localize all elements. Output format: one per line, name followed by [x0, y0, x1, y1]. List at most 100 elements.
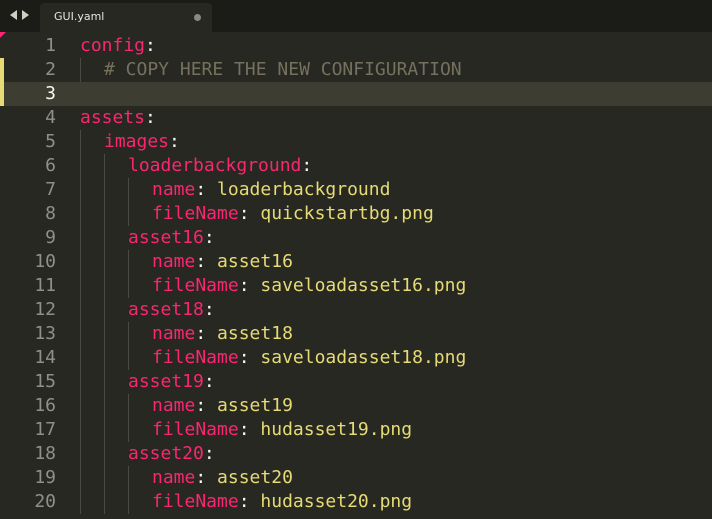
indent-guide [104, 298, 105, 322]
indent-guide [128, 202, 129, 226]
code-text: asset16: [128, 226, 215, 250]
yaml-key: assets [80, 107, 146, 128]
yaml-separator: : [238, 491, 261, 512]
yaml-separator: : [169, 131, 180, 152]
line-number: 15 [34, 371, 56, 392]
code-line[interactable]: 6 loaderbackground: [0, 154, 712, 178]
yaml-key: asset19 [128, 371, 204, 392]
line-number: 18 [34, 443, 56, 464]
indent-guide [80, 298, 81, 322]
code-line[interactable]: 15 asset19: [0, 370, 712, 394]
yaml-separator: : [301, 155, 313, 176]
code-text: asset18: [128, 298, 215, 322]
yaml-key: loaderbackground [128, 155, 302, 176]
yaml-separator: : [195, 251, 218, 272]
yaml-key: fileName [152, 275, 239, 296]
unsaved-dot-icon[interactable] [194, 14, 201, 21]
yaml-value: saveloadasset16.png [260, 275, 467, 296]
line-number: 2 [45, 59, 56, 80]
yaml-key: fileName [152, 491, 239, 512]
code-line[interactable]: 7 name: loaderbackground [0, 178, 712, 202]
yaml-key: fileName [152, 419, 239, 440]
indent-guide [80, 442, 81, 466]
code-line[interactable]: 11 fileName: saveloadasset16.png [0, 274, 712, 298]
comment-text: # COPY HERE THE NEW CONFIGURATION [104, 59, 462, 80]
yaml-separator: : [145, 107, 156, 128]
code-line[interactable]: 2 # COPY HERE THE NEW CONFIGURATION [0, 58, 712, 82]
yaml-value: hudasset19.png [260, 419, 413, 440]
code-line[interactable]: 9 asset16: [0, 226, 712, 250]
yaml-key: asset18 [128, 299, 204, 320]
indent-guide [104, 418, 105, 442]
line-number: 6 [45, 155, 56, 176]
yaml-key: name [152, 323, 196, 344]
yaml-value: quickstartbg.png [260, 203, 434, 224]
line-number: 7 [45, 179, 56, 200]
yaml-key: asset20 [128, 443, 204, 464]
indent-guide [104, 346, 105, 370]
code-line[interactable]: 16 name: asset19 [0, 394, 712, 418]
code-line[interactable]: 20 fileName: hudasset20.png [0, 490, 712, 514]
indent-guide [104, 442, 105, 466]
indent-guide [80, 490, 81, 514]
yaml-key: name [152, 395, 196, 416]
yaml-separator: : [238, 203, 261, 224]
code-line[interactable]: 19 name: asset20 [0, 466, 712, 490]
code-line[interactable]: 5 images: [0, 130, 712, 154]
indent-guide [128, 322, 129, 346]
code-line[interactable]: 4 assets: [0, 106, 712, 130]
indent-guide [80, 130, 81, 154]
indent-guide [80, 466, 81, 490]
tab-nav-right-icon[interactable] [22, 10, 29, 20]
indent-guide [128, 394, 129, 418]
tab-bar: GUI.yaml [0, 0, 712, 32]
line-number: 8 [45, 203, 56, 224]
indent-guide [80, 418, 81, 442]
yaml-key: config [80, 35, 146, 56]
yaml-separator: : [195, 395, 218, 416]
code-line[interactable]: 3 [0, 82, 712, 106]
yaml-separator: : [238, 419, 261, 440]
code-line[interactable]: 8 fileName: quickstartbg.png [0, 202, 712, 226]
code-text: images: [104, 130, 180, 154]
code-line[interactable]: 10 name: asset16 [0, 250, 712, 274]
code-line[interactable]: 14 fileName: saveloadasset18.png [0, 346, 712, 370]
yaml-separator: : [238, 347, 261, 368]
code-line[interactable]: 13 name: asset18 [0, 322, 712, 346]
code-line[interactable]: 18 asset20: [0, 442, 712, 466]
line-number: 3 [45, 83, 56, 104]
yaml-key: name [152, 467, 196, 488]
code-line[interactable]: 17 fileName: hudasset19.png [0, 418, 712, 442]
code-text: name: asset16 [152, 250, 293, 274]
tab-gui-yaml[interactable]: GUI.yaml [40, 3, 212, 32]
yaml-key: asset16 [128, 227, 204, 248]
code-line[interactable]: 12 asset18: [0, 298, 712, 322]
yaml-separator: : [238, 275, 261, 296]
tab-title: GUI.yaml [54, 10, 105, 23]
indent-guide [80, 394, 81, 418]
editor-window: GUI.yaml 1 config: 2 # COPY HERE THE NEW CO… [0, 0, 712, 519]
code-line[interactable]: 1 config: [0, 34, 712, 58]
tab-nav-left-icon[interactable] [10, 10, 17, 20]
code-text: fileName: saveloadasset18.png [152, 346, 466, 370]
indent-guide [80, 154, 81, 178]
indent-guide [128, 466, 129, 490]
code-text: name: asset19 [152, 394, 293, 418]
indent-guide [128, 178, 129, 202]
code-editor[interactable]: 1 config: 2 # COPY HERE THE NEW CONFIGURATI… [0, 32, 712, 519]
indent-guide [128, 418, 129, 442]
code-text: config: [80, 34, 156, 58]
yaml-key: name [152, 251, 196, 272]
line-number: 11 [34, 275, 56, 296]
code-text: # COPY HERE THE NEW CONFIGURATION [104, 58, 462, 82]
yaml-separator: : [203, 371, 215, 392]
code-text: asset20: [128, 442, 215, 466]
line-number: 12 [34, 299, 56, 320]
code-text: loaderbackground: [128, 154, 312, 178]
code-text: fileName: hudasset20.png [152, 490, 412, 514]
indent-guide [80, 250, 81, 274]
indent-guide [80, 346, 81, 370]
yaml-value: asset20 [217, 467, 293, 488]
indent-guide [104, 250, 105, 274]
line-number: 19 [34, 467, 56, 488]
